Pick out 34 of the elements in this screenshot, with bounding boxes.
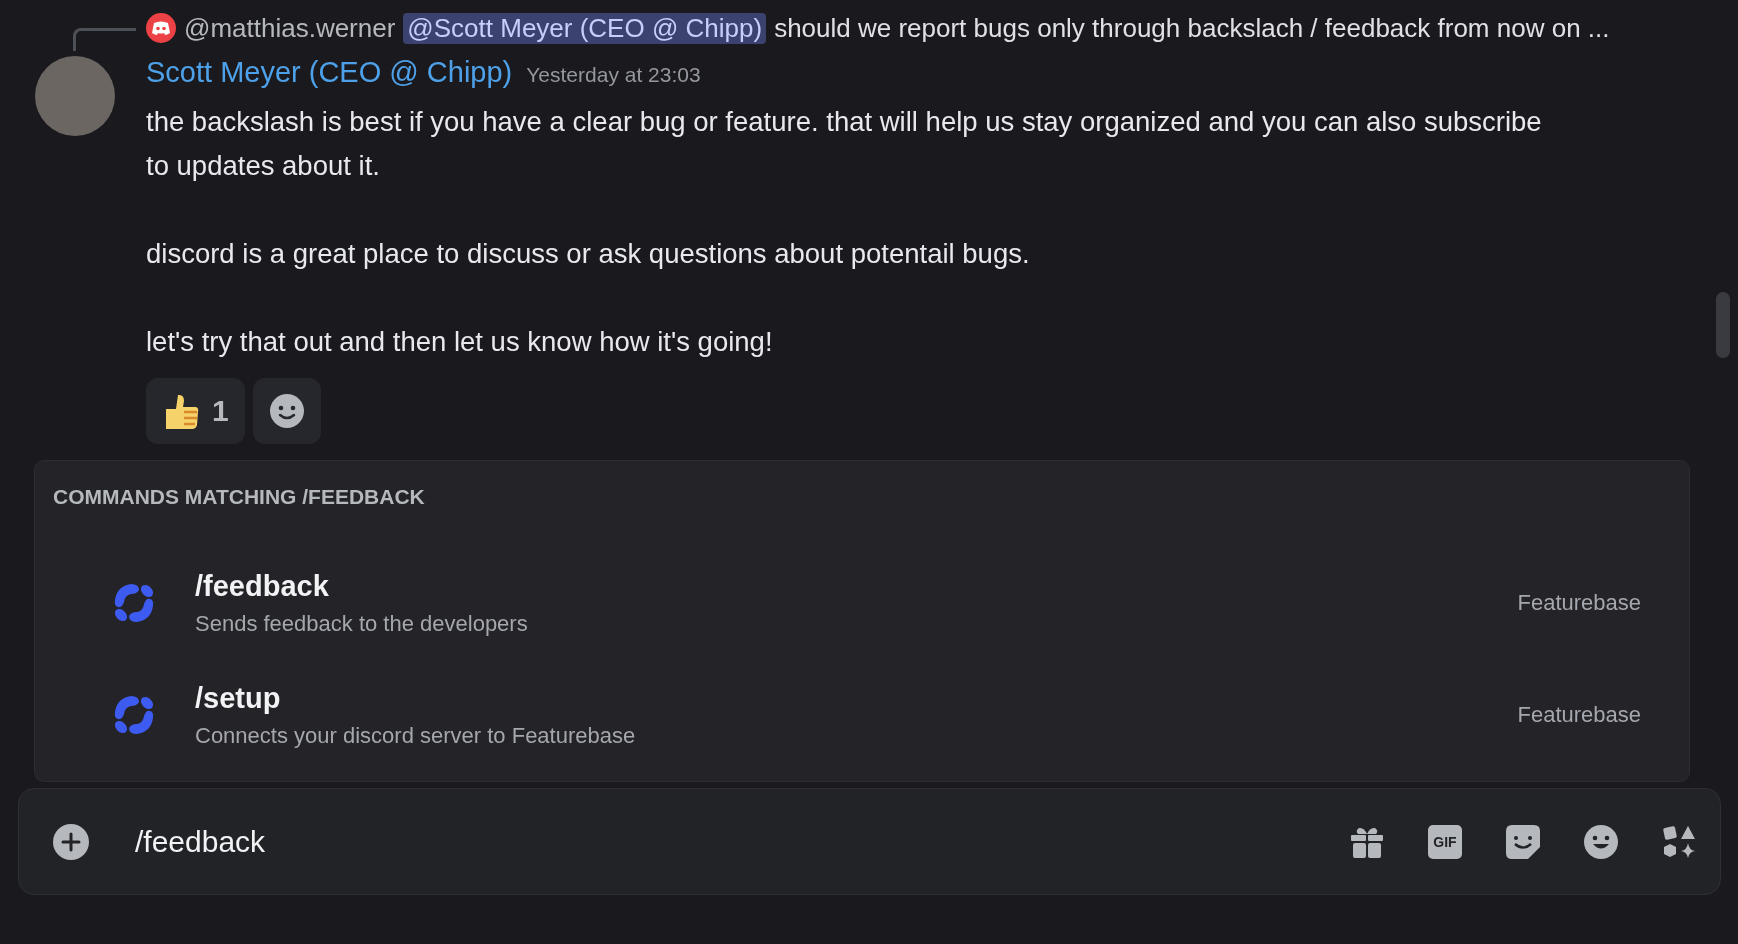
user-mention[interactable]: @Scott Meyer (CEO @ Chipp) (403, 12, 767, 44)
message-composer[interactable]: /feedback GIF (18, 788, 1721, 895)
command-item[interactable]: /setup Connects your discord server to Featurebase Featurebase (53, 659, 1671, 771)
reply-connector-line (73, 28, 136, 51)
command-name: /feedback (195, 569, 330, 603)
plus-icon (53, 823, 89, 860)
add-button[interactable] (53, 823, 89, 860)
reply-author[interactable]: @matthias.werner (184, 12, 396, 44)
shapes-icon (1662, 824, 1696, 859)
smiley-icon (1584, 824, 1618, 859)
apps-button[interactable] (1662, 824, 1696, 859)
gif-button[interactable]: GIF (1428, 824, 1462, 859)
command-app-name: Featurebase (1517, 702, 1641, 728)
command-name: /setup (195, 681, 282, 715)
discord-logo-icon (146, 13, 176, 43)
add-reaction-button[interactable] (252, 378, 321, 444)
sticker-button[interactable] (1506, 824, 1540, 859)
command-item[interactable]: /feedback Sends feedback to the developers Featurebase (53, 547, 1671, 659)
message-text: let's try that out and then let us know how it's going! (146, 325, 774, 359)
panel-title: COMMANDS MATCHING /FEEDBACK (53, 485, 426, 510)
command-app-name: Featurebase (1517, 590, 1641, 616)
command-description: Sends feedback to the developers (195, 610, 529, 637)
message-input[interactable]: /feedback (135, 824, 1304, 859)
command-description: Connects your discord server to Featurebase (195, 722, 637, 749)
sticker-icon (1506, 824, 1540, 859)
emoji-button[interactable] (1584, 824, 1618, 859)
message-author[interactable]: Scott Meyer (CEO @ Chipp) (146, 56, 513, 89)
reply-preview-text[interactable]: should we report bugs only through backslach / feedback from now on ... (774, 12, 1610, 44)
reaction-button[interactable]: 1 (146, 378, 245, 444)
message-text: discord is a great place to discuss or ask questions about potentail bugs. (146, 237, 1031, 271)
message-text: the backslash is best if you have a clear bug or feature. that will help us stay organized and you can also subscribe to updates about it. (146, 105, 1543, 183)
smiley-icon (268, 393, 305, 429)
scrollbar-thumb[interactable] (1716, 292, 1730, 358)
message-timestamp: Yesterday at 23:03 (526, 63, 701, 87)
